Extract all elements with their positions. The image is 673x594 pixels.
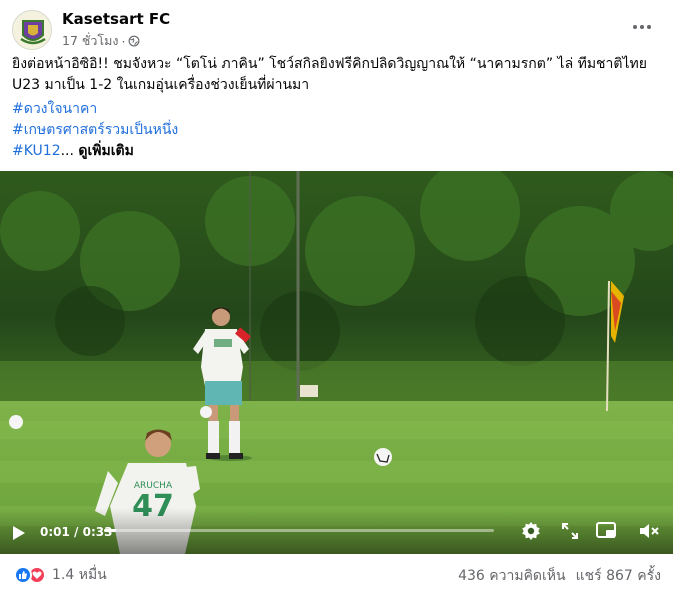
play-button[interactable] [8,522,30,544]
hashtag-2[interactable]: #เกษตรศาสตร์รวมเป็นหนึ่ง [12,120,178,141]
pip-icon [596,522,616,538]
ellipsis: ... [60,143,74,159]
hashtag-3[interactable]: #KU12 [12,143,61,159]
video-frame: ARUCHA 47 [0,171,673,554]
post-time[interactable]: 17 ชั่วโมง [62,31,118,51]
settings-icon [522,522,540,540]
page-avatar[interactable] [12,10,52,50]
post-header: Kasetsart FC 17 ชั่วโมง · [12,6,661,50]
hashtag-1[interactable]: #ดวงใจนาคา [12,99,178,120]
settings-button[interactable] [518,518,544,544]
engagement-stats: 436 ความคิดเห็น แชร์ 867 ครั้ง [458,565,661,587]
comment-count[interactable]: 436 ความคิดเห็น [458,565,566,587]
hashtag-3-line: #KU12... ดูเพิ่มเติม [12,143,134,159]
video-time: 0:01 / 0:33 [40,525,112,539]
fullscreen-icon [562,523,578,539]
time-current: 0:01 [40,525,70,539]
volume-button[interactable] [636,518,662,544]
more-options-button[interactable] [627,12,657,42]
post-card: Kasetsart FC 17 ชั่วโมง · ยิงต่อหน้าอิซิ… [0,0,673,594]
globe-icon [129,35,140,47]
reaction-count: 1.4 หมื่น [52,567,107,583]
post-meta: 17 ชั่วโมง · [62,31,140,51]
more-icon [633,25,651,29]
page-name[interactable]: Kasetsart FC [62,10,170,28]
reactions-summary[interactable]: 1.4 หมื่น [14,564,107,586]
play-icon [13,526,25,540]
see-more-link[interactable]: ดูเพิ่มเติม [78,143,133,159]
pip-button[interactable] [593,518,619,544]
progress-bar[interactable] [104,529,494,532]
volume-icon [640,524,659,538]
post-text: ยิงต่อหน้าอิซิอิ!! ชมจังหวะ “โตโน่ ภาคิน… [12,56,647,93]
fullscreen-button[interactable] [557,518,583,544]
time-separator: / [69,525,83,539]
video-player[interactable]: ARUCHA 47 0:01 / 0:33 [0,171,673,554]
meta-separator: · [121,33,126,49]
video-controls: 0:01 / 0:33 [0,508,673,554]
hashtag-list: #ดวงใจนาคา #เกษตรศาสตร์รวมเป็นหนึ่ง #KU1… [12,99,178,162]
like-icon [14,566,32,584]
time-total: 0:33 [82,525,113,539]
share-count[interactable]: แชร์ 867 ครั้ง [576,565,661,587]
progress-fill [104,529,116,532]
post-footer: 1.4 หมื่น 436 ความคิดเห็น แชร์ 867 ครั้ง [12,562,661,588]
